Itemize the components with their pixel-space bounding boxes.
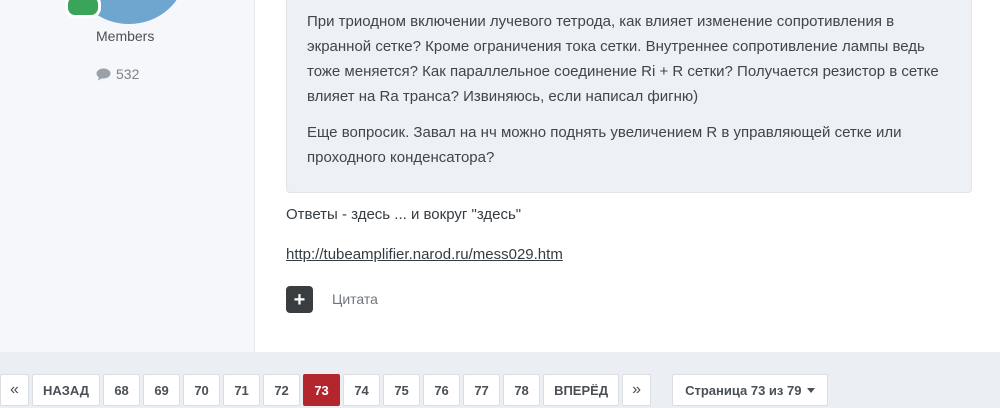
prev-page-button[interactable]: НАЗАД	[32, 374, 101, 406]
external-link[interactable]: http://tubeamplifier.narod.ru/mess029.ht…	[286, 246, 563, 263]
page-jump-label: Страница 73 из 79	[685, 382, 802, 398]
caret-down-icon	[807, 387, 816, 393]
author-group: Members	[96, 28, 155, 44]
current-page[interactable]: 73	[303, 374, 341, 406]
next-page-button[interactable]: ВПЕРЁД	[543, 374, 620, 406]
quote-button[interactable]: +	[286, 286, 313, 313]
comment-icon	[96, 68, 111, 80]
page-jump-dropdown[interactable]: Страница 73 из 79	[672, 374, 829, 406]
quote-box: При триодном включении лучевого тетрода,…	[286, 0, 972, 193]
quote-paragraph: Еще вопросик. Завал на нч можно поднять …	[307, 124, 902, 166]
post-content: При триодном включении лучевого тетрода,…	[286, 0, 972, 193]
last-page-button[interactable]: »	[622, 374, 652, 406]
page-link[interactable]: 70	[183, 374, 221, 406]
quote-label[interactable]: Цитата	[332, 291, 378, 307]
page-link[interactable]: 71	[223, 374, 261, 406]
author-post-count: 532	[96, 66, 139, 82]
page-link[interactable]: 74	[343, 374, 381, 406]
post-card: Members 532 При триодном включении лучев…	[0, 0, 1000, 352]
pagination: « НАЗАД 68 69 70 71 72 73 74 75 76 77 78…	[0, 374, 829, 406]
post-count-value: 532	[116, 66, 140, 82]
page-link[interactable]: 75	[383, 374, 421, 406]
plus-icon: +	[293, 288, 306, 311]
page-link[interactable]: 76	[423, 374, 461, 406]
page-link[interactable]: 78	[503, 374, 541, 406]
answer-text: Ответы - здесь ... и вокруг "здесь"	[286, 206, 522, 223]
first-page-button[interactable]: «	[0, 374, 29, 406]
page-link[interactable]: 68	[103, 374, 141, 406]
rank-badge-icon	[65, 0, 101, 18]
page-link[interactable]: 77	[463, 374, 501, 406]
author-column: Members 532	[0, 0, 255, 352]
page-link[interactable]: 69	[143, 374, 181, 406]
page-link[interactable]: 72	[263, 374, 301, 406]
quote-paragraph: При триодном включении лучевого тетрода,…	[307, 13, 939, 105]
